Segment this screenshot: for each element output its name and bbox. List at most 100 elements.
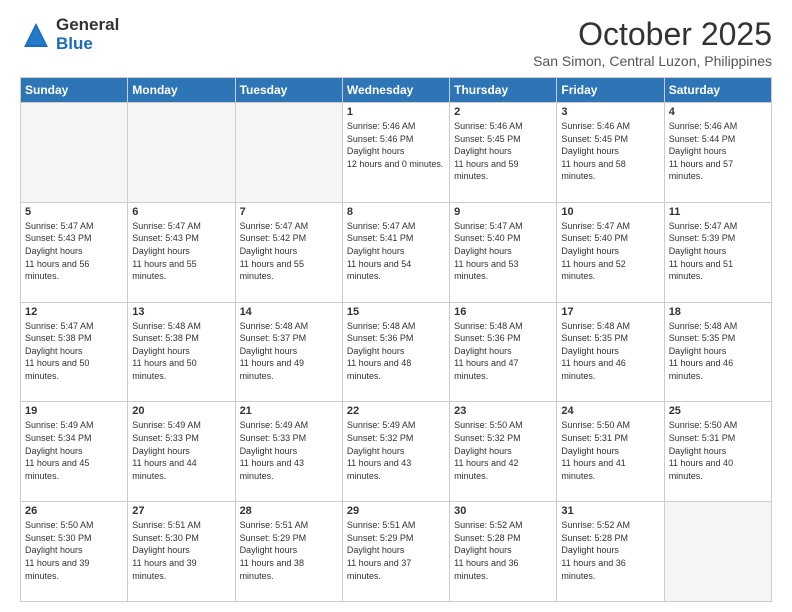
day-info: Sunrise: 5:46 AMSunset: 5:46 PMDaylight … (347, 120, 445, 170)
day-info: Sunrise: 5:49 AMSunset: 5:33 PMDaylight … (132, 419, 230, 482)
day-info: Sunrise: 5:47 AMSunset: 5:40 PMDaylight … (561, 220, 659, 283)
day-info: Sunrise: 5:51 AMSunset: 5:30 PMDaylight … (132, 519, 230, 582)
logo: General Blue (20, 16, 119, 53)
day-info: Sunrise: 5:52 AMSunset: 5:28 PMDaylight … (454, 519, 552, 582)
day-number: 7 (240, 206, 338, 218)
day-number: 24 (561, 405, 659, 417)
logo-text: General Blue (56, 16, 119, 53)
day-info: Sunrise: 5:47 AMSunset: 5:41 PMDaylight … (347, 220, 445, 283)
calendar-header-friday: Friday (557, 78, 664, 103)
day-info: Sunrise: 5:49 AMSunset: 5:33 PMDaylight … (240, 419, 338, 482)
day-number: 3 (561, 106, 659, 118)
calendar-week-4: 19Sunrise: 5:49 AMSunset: 5:34 PMDayligh… (21, 402, 772, 502)
day-number: 16 (454, 306, 552, 318)
calendar-cell: 9 Sunrise: 5:47 AMSunset: 5:40 PMDaylight… (450, 202, 557, 302)
day-info: Sunrise: 5:47 AMSunset: 5:43 PMDaylight … (132, 220, 230, 283)
day-info: Sunrise: 5:48 AMSunset: 5:36 PMDaylight … (347, 320, 445, 383)
calendar-header-tuesday: Tuesday (235, 78, 342, 103)
location-title: San Simon, Central Luzon, Philippines (533, 53, 772, 69)
calendar-week-5: 26 Sunrise: 5:50 AMSunset: 5:30 PMDayligh… (21, 502, 772, 602)
day-number: 6 (132, 206, 230, 218)
calendar-cell: 7 Sunrise: 5:47 AMSunset: 5:42 PMDaylight… (235, 202, 342, 302)
calendar-week-3: 12 Sunrise: 5:47 AMSunset: 5:38 PMDayligh… (21, 302, 772, 402)
calendar-cell: 11Sunrise: 5:47 AMSunset: 5:39 PMDayligh… (664, 202, 771, 302)
day-info: Sunrise: 5:49 AMSunset: 5:32 PMDaylight … (347, 419, 445, 482)
day-info: Sunrise: 5:47 AMSunset: 5:40 PMDaylight … (454, 220, 552, 283)
calendar-cell: 24Sunrise: 5:50 AMSunset: 5:31 PMDayligh… (557, 402, 664, 502)
day-info: Sunrise: 5:47 AMSunset: 5:43 PMDaylight … (25, 220, 123, 283)
calendar-header-wednesday: Wednesday (342, 78, 449, 103)
day-info: Sunrise: 5:49 AMSunset: 5:34 PMDaylight … (25, 419, 123, 482)
calendar-cell: 2Sunrise: 5:46 AMSunset: 5:45 PMDaylight… (450, 103, 557, 203)
calendar-header-thursday: Thursday (450, 78, 557, 103)
day-number: 25 (669, 405, 767, 417)
calendar-cell: 21 Sunrise: 5:49 AMSunset: 5:33 PMDayligh… (235, 402, 342, 502)
calendar-cell: 3 Sunrise: 5:46 AMSunset: 5:45 PMDaylight… (557, 103, 664, 203)
calendar-cell (21, 103, 128, 203)
day-number: 29 (347, 505, 445, 517)
day-info: Sunrise: 5:51 AMSunset: 5:29 PMDaylight … (240, 519, 338, 582)
calendar-cell: 4 Sunrise: 5:46 AMSunset: 5:44 PMDaylight… (664, 103, 771, 203)
calendar-cell: 22 Sunrise: 5:49 AMSunset: 5:32 PMDayligh… (342, 402, 449, 502)
calendar-cell: 31 Sunrise: 5:52 AMSunset: 5:28 PMDayligh… (557, 502, 664, 602)
calendar-cell: 26 Sunrise: 5:50 AMSunset: 5:30 PMDayligh… (21, 502, 128, 602)
day-number: 9 (454, 206, 552, 218)
day-info: Sunrise: 5:48 AMSunset: 5:37 PMDaylight … (240, 320, 338, 383)
day-info: Sunrise: 5:50 AMSunset: 5:32 PMDaylight … (454, 419, 552, 482)
calendar-cell: 1 Sunrise: 5:46 AMSunset: 5:46 PMDaylight… (342, 103, 449, 203)
calendar-cell: 15Sunrise: 5:48 AMSunset: 5:36 PMDayligh… (342, 302, 449, 402)
calendar-cell: 30Sunrise: 5:52 AMSunset: 5:28 PMDayligh… (450, 502, 557, 602)
calendar-cell: 17Sunrise: 5:48 AMSunset: 5:35 PMDayligh… (557, 302, 664, 402)
day-info: Sunrise: 5:48 AMSunset: 5:38 PMDaylight … (132, 320, 230, 383)
day-info: Sunrise: 5:47 AMSunset: 5:38 PMDaylight … (25, 320, 123, 383)
calendar-cell: 12 Sunrise: 5:47 AMSunset: 5:38 PMDayligh… (21, 302, 128, 402)
day-number: 31 (561, 505, 659, 517)
day-info: Sunrise: 5:47 AMSunset: 5:42 PMDaylight … (240, 220, 338, 283)
day-info: Sunrise: 5:50 AMSunset: 5:30 PMDaylight … (25, 519, 123, 582)
day-number: 27 (132, 505, 230, 517)
day-info: Sunrise: 5:50 AMSunset: 5:31 PMDaylight … (669, 419, 767, 482)
day-number: 4 (669, 106, 767, 118)
day-number: 28 (240, 505, 338, 517)
logo-general: General (56, 16, 119, 35)
title-section: October 2025 San Simon, Central Luzon, P… (533, 16, 772, 69)
day-number: 1 (347, 106, 445, 118)
calendar-cell: 19Sunrise: 5:49 AMSunset: 5:34 PMDayligh… (21, 402, 128, 502)
calendar-header-saturday: Saturday (664, 78, 771, 103)
calendar-cell: 29 Sunrise: 5:51 AMSunset: 5:29 PMDayligh… (342, 502, 449, 602)
day-number: 26 (25, 505, 123, 517)
calendar-cell (128, 103, 235, 203)
calendar-header-row: SundayMondayTuesdayWednesdayThursdayFrid… (21, 78, 772, 103)
day-number: 18 (669, 306, 767, 318)
day-number: 20 (132, 405, 230, 417)
calendar-week-1: 1 Sunrise: 5:46 AMSunset: 5:46 PMDaylight… (21, 103, 772, 203)
calendar-cell (235, 103, 342, 203)
calendar-cell: 5 Sunrise: 5:47 AMSunset: 5:43 PMDaylight… (21, 202, 128, 302)
day-info: Sunrise: 5:46 AMSunset: 5:45 PMDaylight … (561, 120, 659, 183)
calendar-cell: 8Sunrise: 5:47 AMSunset: 5:41 PMDaylight… (342, 202, 449, 302)
header: General Blue October 2025 San Simon, Cen… (20, 16, 772, 69)
day-number: 22 (347, 405, 445, 417)
calendar-cell: 6 Sunrise: 5:47 AMSunset: 5:43 PMDaylight… (128, 202, 235, 302)
calendar-cell: 25 Sunrise: 5:50 AMSunset: 5:31 PMDayligh… (664, 402, 771, 502)
calendar-cell: 27 Sunrise: 5:51 AMSunset: 5:30 PMDayligh… (128, 502, 235, 602)
day-info: Sunrise: 5:46 AMSunset: 5:44 PMDaylight … (669, 120, 767, 183)
calendar-cell: 20 Sunrise: 5:49 AMSunset: 5:33 PMDayligh… (128, 402, 235, 502)
calendar-header-monday: Monday (128, 78, 235, 103)
calendar-cell: 16 Sunrise: 5:48 AMSunset: 5:36 PMDayligh… (450, 302, 557, 402)
calendar-cell: 28 Sunrise: 5:51 AMSunset: 5:29 PMDayligh… (235, 502, 342, 602)
day-number: 21 (240, 405, 338, 417)
calendar-table: SundayMondayTuesdayWednesdayThursdayFrid… (20, 77, 772, 602)
day-info: Sunrise: 5:51 AMSunset: 5:29 PMDaylight … (347, 519, 445, 582)
calendar-week-2: 5 Sunrise: 5:47 AMSunset: 5:43 PMDaylight… (21, 202, 772, 302)
day-info: Sunrise: 5:48 AMSunset: 5:36 PMDaylight … (454, 320, 552, 383)
calendar-cell: 14 Sunrise: 5:48 AMSunset: 5:37 PMDayligh… (235, 302, 342, 402)
day-number: 5 (25, 206, 123, 218)
month-title: October 2025 (533, 16, 772, 53)
day-number: 10 (561, 206, 659, 218)
day-info: Sunrise: 5:48 AMSunset: 5:35 PMDaylight … (561, 320, 659, 383)
day-info: Sunrise: 5:52 AMSunset: 5:28 PMDaylight … (561, 519, 659, 582)
day-number: 12 (25, 306, 123, 318)
calendar-cell: 23Sunrise: 5:50 AMSunset: 5:32 PMDayligh… (450, 402, 557, 502)
day-number: 14 (240, 306, 338, 318)
